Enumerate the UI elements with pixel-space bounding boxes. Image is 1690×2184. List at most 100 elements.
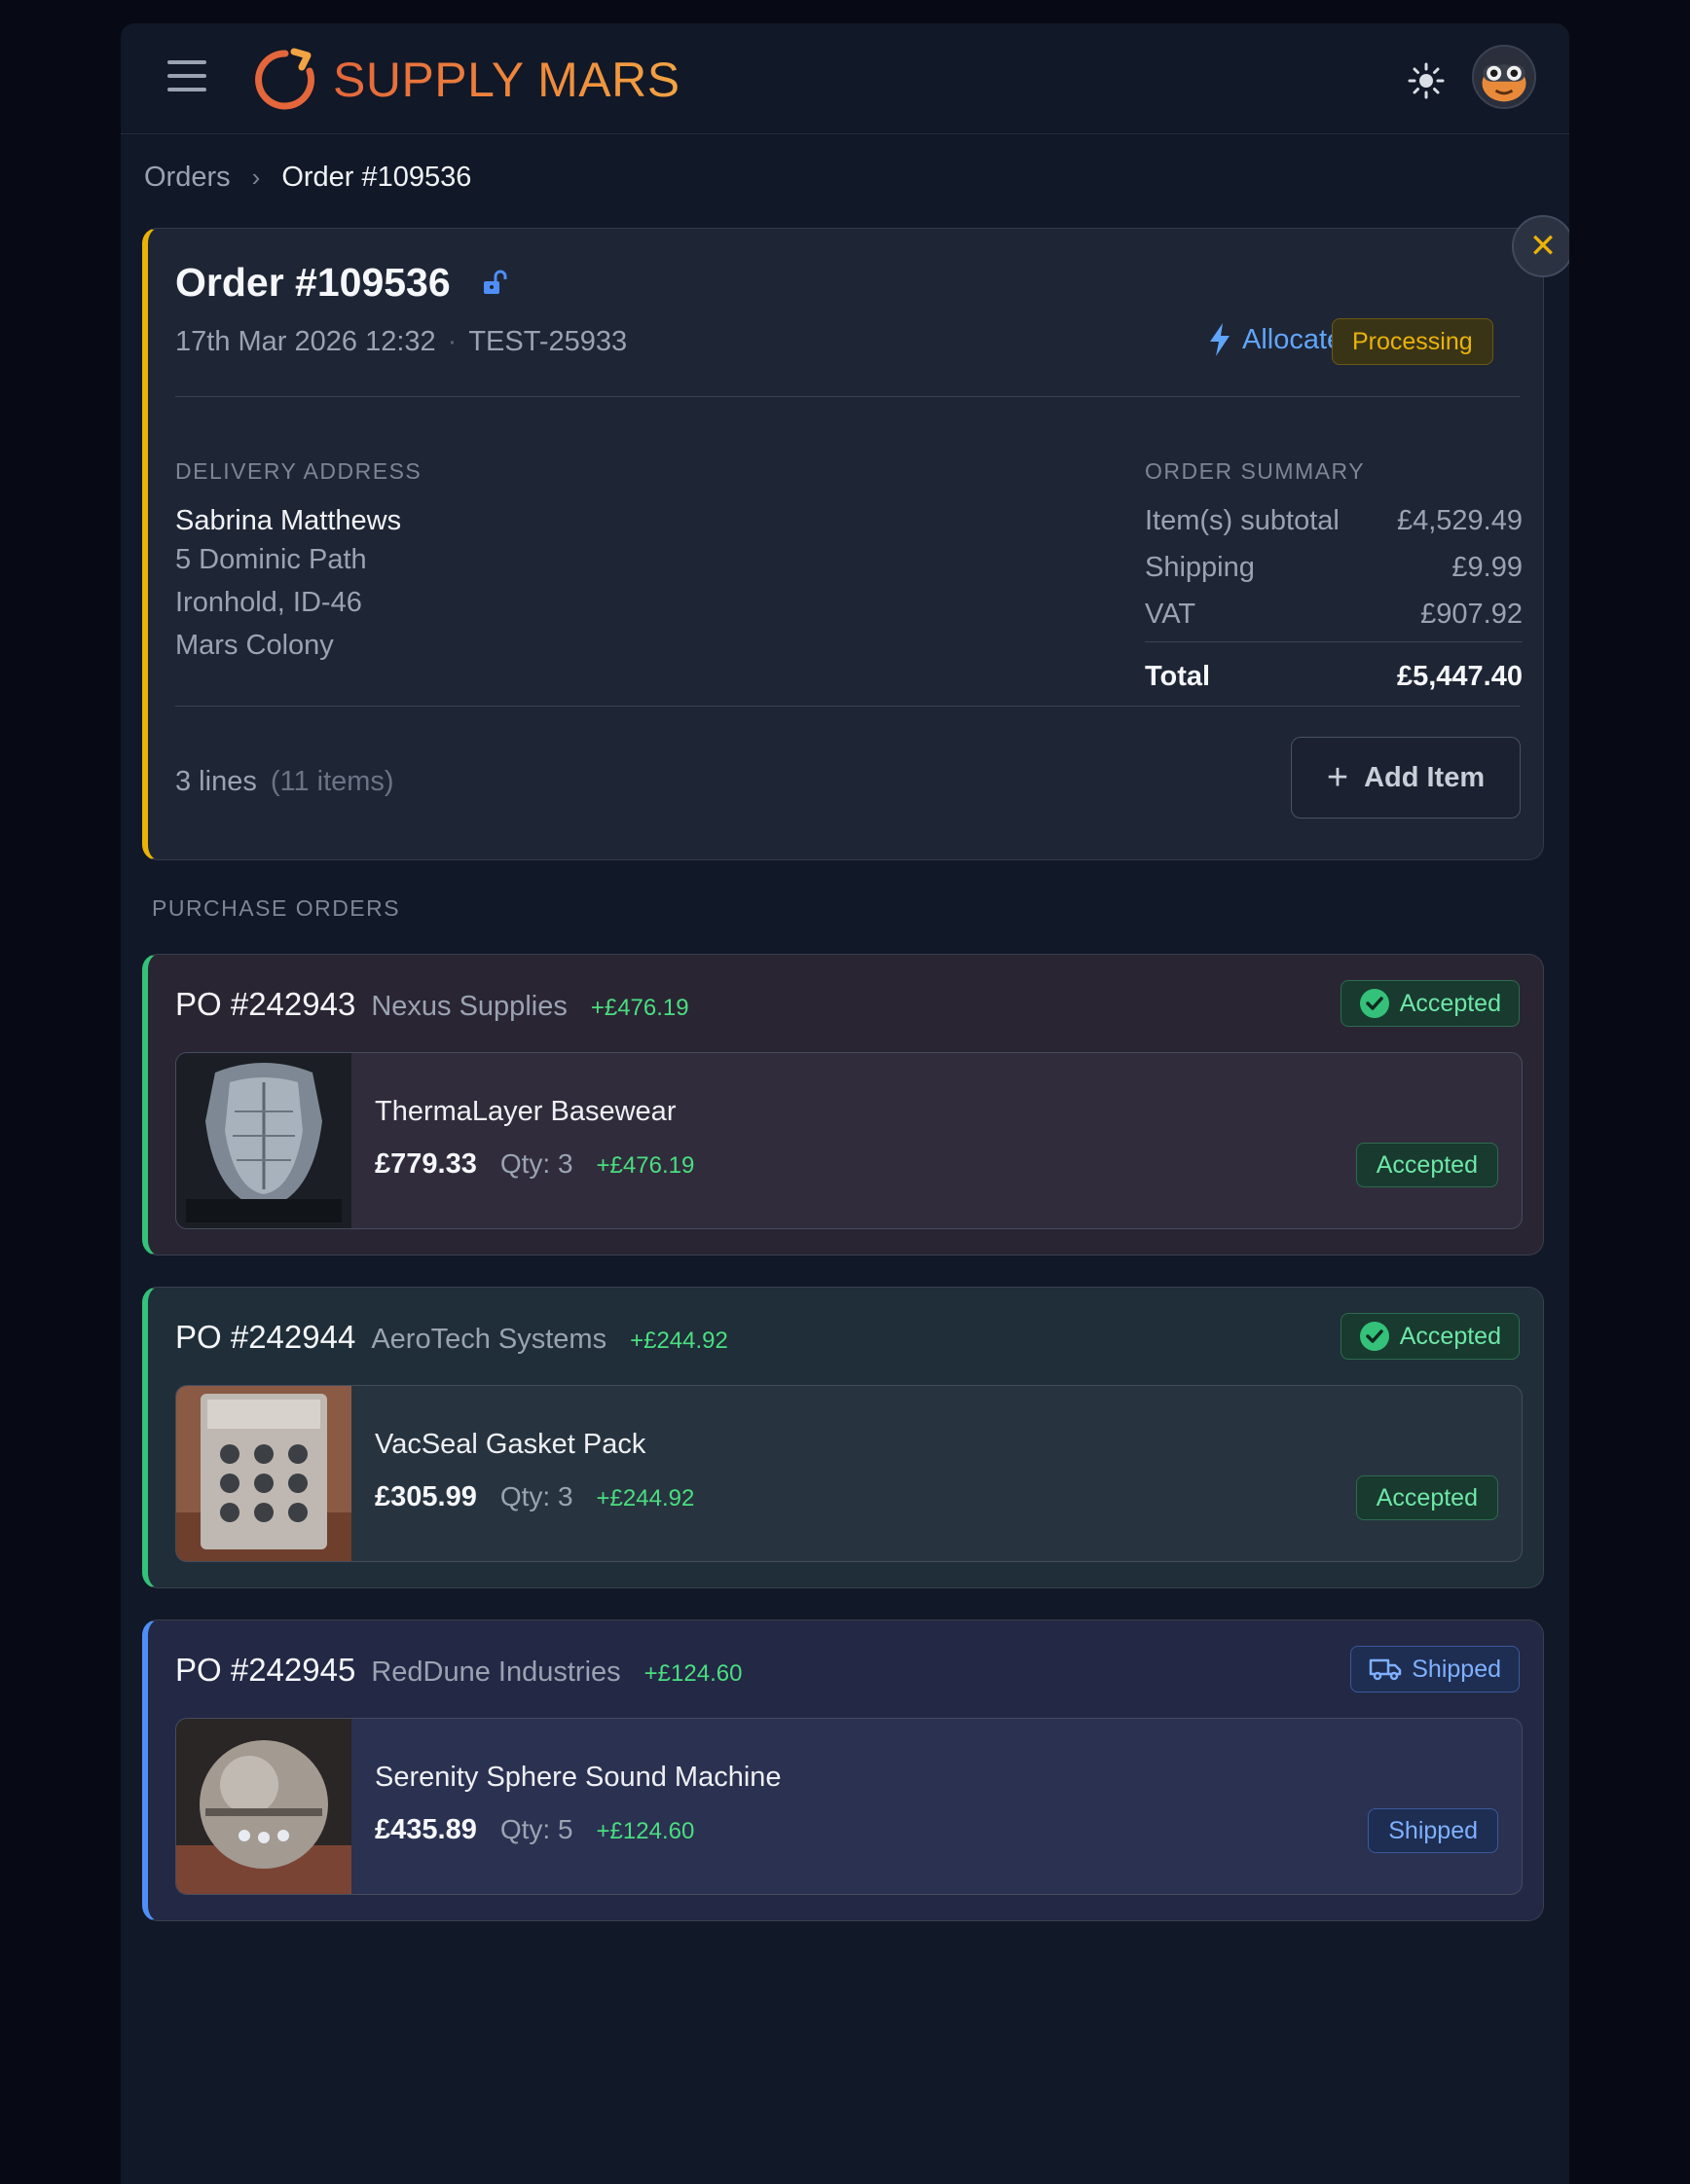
item-price: £435.89: [375, 1814, 477, 1845]
po-header: PO #242944 AeroTech Systems +£244.92: [175, 1319, 728, 1356]
po-profit: +£124.60: [643, 1660, 743, 1687]
vat-label: VAT: [1145, 599, 1196, 630]
item-name[interactable]: ThermaLayer Basewear: [375, 1096, 676, 1128]
address-name: Sabrina Matthews: [175, 505, 402, 536]
item-profit: +£476.19: [596, 1152, 695, 1179]
shipping-value: £9.99: [1451, 552, 1523, 583]
hamburger-icon[interactable]: [167, 60, 206, 95]
lines-label: 3 lines: [175, 766, 257, 797]
po-vendor: RedDune Industries: [371, 1656, 621, 1688]
items-count: (11 items): [270, 766, 394, 797]
item-qty: Qty: 3: [499, 1148, 573, 1179]
summary-divider: [1145, 641, 1523, 642]
po-status-badge: Shipped: [1350, 1646, 1520, 1693]
subtotal-label: Item(s) subtotal: [1145, 505, 1340, 536]
po-number[interactable]: PO #242945: [175, 1652, 355, 1689]
sun-icon[interactable]: [1404, 58, 1449, 103]
line-item[interactable]: ThermaLayer Basewear £779.33 Qty: 3 +£47…: [175, 1052, 1523, 1229]
item-qty: Qty: 5: [499, 1814, 573, 1844]
item-profit: +£124.60: [596, 1818, 695, 1844]
add-item-label: Add Item: [1364, 761, 1486, 793]
order-reference: TEST-25933: [468, 326, 628, 357]
logo-refresh-icon: [255, 48, 315, 110]
product-thumbnail: [176, 1386, 351, 1561]
breadcrumb-orders-link[interactable]: Orders: [144, 162, 231, 194]
purchase-order-card[interactable]: PO #242943 Nexus Supplies +£476.19 Accep…: [142, 954, 1544, 1256]
plus-icon: +: [1326, 756, 1349, 798]
divider: [175, 706, 1520, 707]
top-bar: SUPPLY MARS: [121, 23, 1569, 134]
item-name[interactable]: Serenity Sphere Sound Machine: [375, 1762, 782, 1794]
product-thumbnail: [176, 1053, 351, 1228]
po-status-badge: Accepted: [1340, 1313, 1520, 1360]
robot-avatar-icon: [1474, 47, 1534, 107]
app-window: SUPPLY MARS Orders › Order #109536 ✕ Ord…: [121, 23, 1569, 2184]
total-label: Total: [1145, 661, 1211, 692]
lightning-icon: [1210, 323, 1230, 356]
po-status-label: Accepted: [1399, 989, 1501, 1017]
item-price: £305.99: [375, 1481, 477, 1512]
check-circle-icon: [1359, 989, 1389, 1018]
allocate-label: Allocate: [1242, 323, 1343, 355]
item-price: £779.33: [375, 1148, 477, 1180]
po-profit: +£244.92: [630, 1328, 728, 1354]
item-status-badge: Accepted: [1355, 1475, 1498, 1520]
summary-shipping-row: Shipping £9.99: [1145, 552, 1523, 584]
address-line-1: 5 Dominic Path: [175, 544, 367, 575]
po-number[interactable]: PO #242944: [175, 1319, 355, 1356]
order-date: 17th Mar 2026 12:32: [175, 326, 436, 357]
brand-name: SUPPLY MARS: [333, 53, 680, 107]
po-status-label: Shipped: [1412, 1655, 1501, 1683]
order-meta: 17th Mar 2026 12:32 · TEST-25933: [175, 326, 628, 357]
item-meta: £305.99 Qty: 3 +£244.92: [375, 1481, 694, 1513]
close-icon[interactable]: ✕: [1512, 215, 1569, 277]
lines-count: 3 lines (11 items): [175, 766, 394, 798]
subtotal-value: £4,529.49: [1396, 505, 1523, 536]
summary-vat-row: VAT £907.92: [1145, 599, 1523, 631]
divider: [175, 396, 1520, 397]
purchase-orders-heading: PURCHASE ORDERS: [152, 895, 401, 921]
order-card: ✕ Order #109536 17th Mar 2026 12:32 · TEST…: [142, 215, 1569, 860]
item-name[interactable]: VacSeal Gasket Pack: [375, 1429, 645, 1461]
po-status-badge: Accepted: [1340, 980, 1520, 1027]
item-status-badge: Shipped: [1368, 1808, 1498, 1853]
delivery-address-label: DELIVERY ADDRESS: [175, 458, 422, 484]
truck-icon: [1370, 1658, 1402, 1681]
shipping-label: Shipping: [1145, 552, 1255, 583]
add-item-button[interactable]: + Add Item: [1291, 737, 1521, 819]
line-item[interactable]: Serenity Sphere Sound Machine £435.89 Qt…: [175, 1718, 1523, 1895]
breadcrumb-current: Order #109536: [281, 162, 472, 193]
status-badge: Processing: [1332, 318, 1493, 365]
brand-logo[interactable]: SUPPLY MARS: [251, 45, 680, 115]
product-thumbnail: [176, 1719, 351, 1894]
check-circle-icon: [1359, 1322, 1389, 1351]
summary-subtotal-row: Item(s) subtotal £4,529.49: [1145, 505, 1523, 537]
vat-value: £907.92: [1420, 599, 1523, 630]
item-status-badge: Accepted: [1355, 1143, 1498, 1187]
summary-total-row: Total £5,447.40: [1145, 661, 1523, 693]
item-profit: +£244.92: [596, 1485, 695, 1511]
total-value: £5,447.40: [1396, 661, 1523, 692]
unlock-icon[interactable]: [481, 270, 508, 297]
purchase-order-card[interactable]: PO #242944 AeroTech Systems +£244.92 Acc…: [142, 1287, 1544, 1588]
order-summary-label: ORDER SUMMARY: [1145, 458, 1366, 484]
po-vendor: AeroTech Systems: [371, 1324, 607, 1355]
avatar[interactable]: [1472, 45, 1536, 109]
po-header: PO #242943 Nexus Supplies +£476.19: [175, 986, 689, 1023]
po-number[interactable]: PO #242943: [175, 986, 355, 1023]
item-meta: £779.33 Qty: 3 +£476.19: [375, 1148, 694, 1181]
breadcrumb: Orders › Order #109536: [144, 162, 471, 194]
po-vendor: Nexus Supplies: [371, 991, 568, 1022]
po-header: PO #242945 RedDune Industries +£124.60: [175, 1652, 742, 1689]
po-status-label: Accepted: [1399, 1322, 1501, 1350]
address-line-2: Ironhold, ID-46: [175, 587, 362, 618]
po-profit: +£476.19: [590, 995, 689, 1021]
chevron-right-icon: ›: [251, 163, 261, 192]
line-item[interactable]: VacSeal Gasket Pack £305.99 Qty: 3 +£244…: [175, 1385, 1523, 1562]
page-title: Order #109536: [175, 260, 451, 305]
item-meta: £435.89 Qty: 5 +£124.60: [375, 1814, 694, 1846]
allocate-button[interactable]: Allocate: [1207, 322, 1342, 357]
purchase-order-card[interactable]: PO #242945 RedDune Industries +£124.60 S…: [142, 1620, 1544, 1921]
item-qty: Qty: 3: [499, 1481, 573, 1511]
address-line-3: Mars Colony: [175, 630, 334, 661]
